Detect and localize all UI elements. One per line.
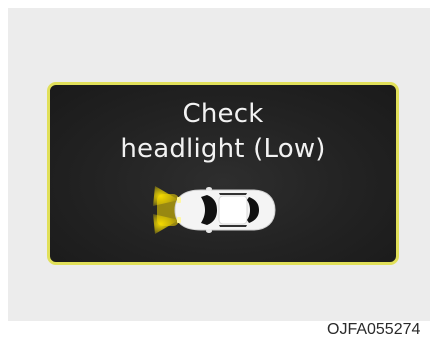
car-roof [218, 195, 248, 225]
car-headlight-icon [153, 186, 276, 234]
car-headlight-right [177, 217, 181, 223]
car-side-window-bottom [219, 225, 247, 227]
car-side-window-top [219, 193, 247, 195]
car-mirror-bottom [206, 229, 212, 233]
warning-line-2: headlight (Low) [120, 134, 326, 164]
warning-display: Check headlight (Low) [47, 82, 399, 265]
warning-message: Check headlight (Low) [50, 97, 396, 167]
figure-code: OJFA055274 [327, 321, 421, 338]
warning-line-1: Check [182, 99, 264, 129]
car-headlight-left [177, 197, 181, 203]
car-mirror-top [206, 187, 212, 191]
